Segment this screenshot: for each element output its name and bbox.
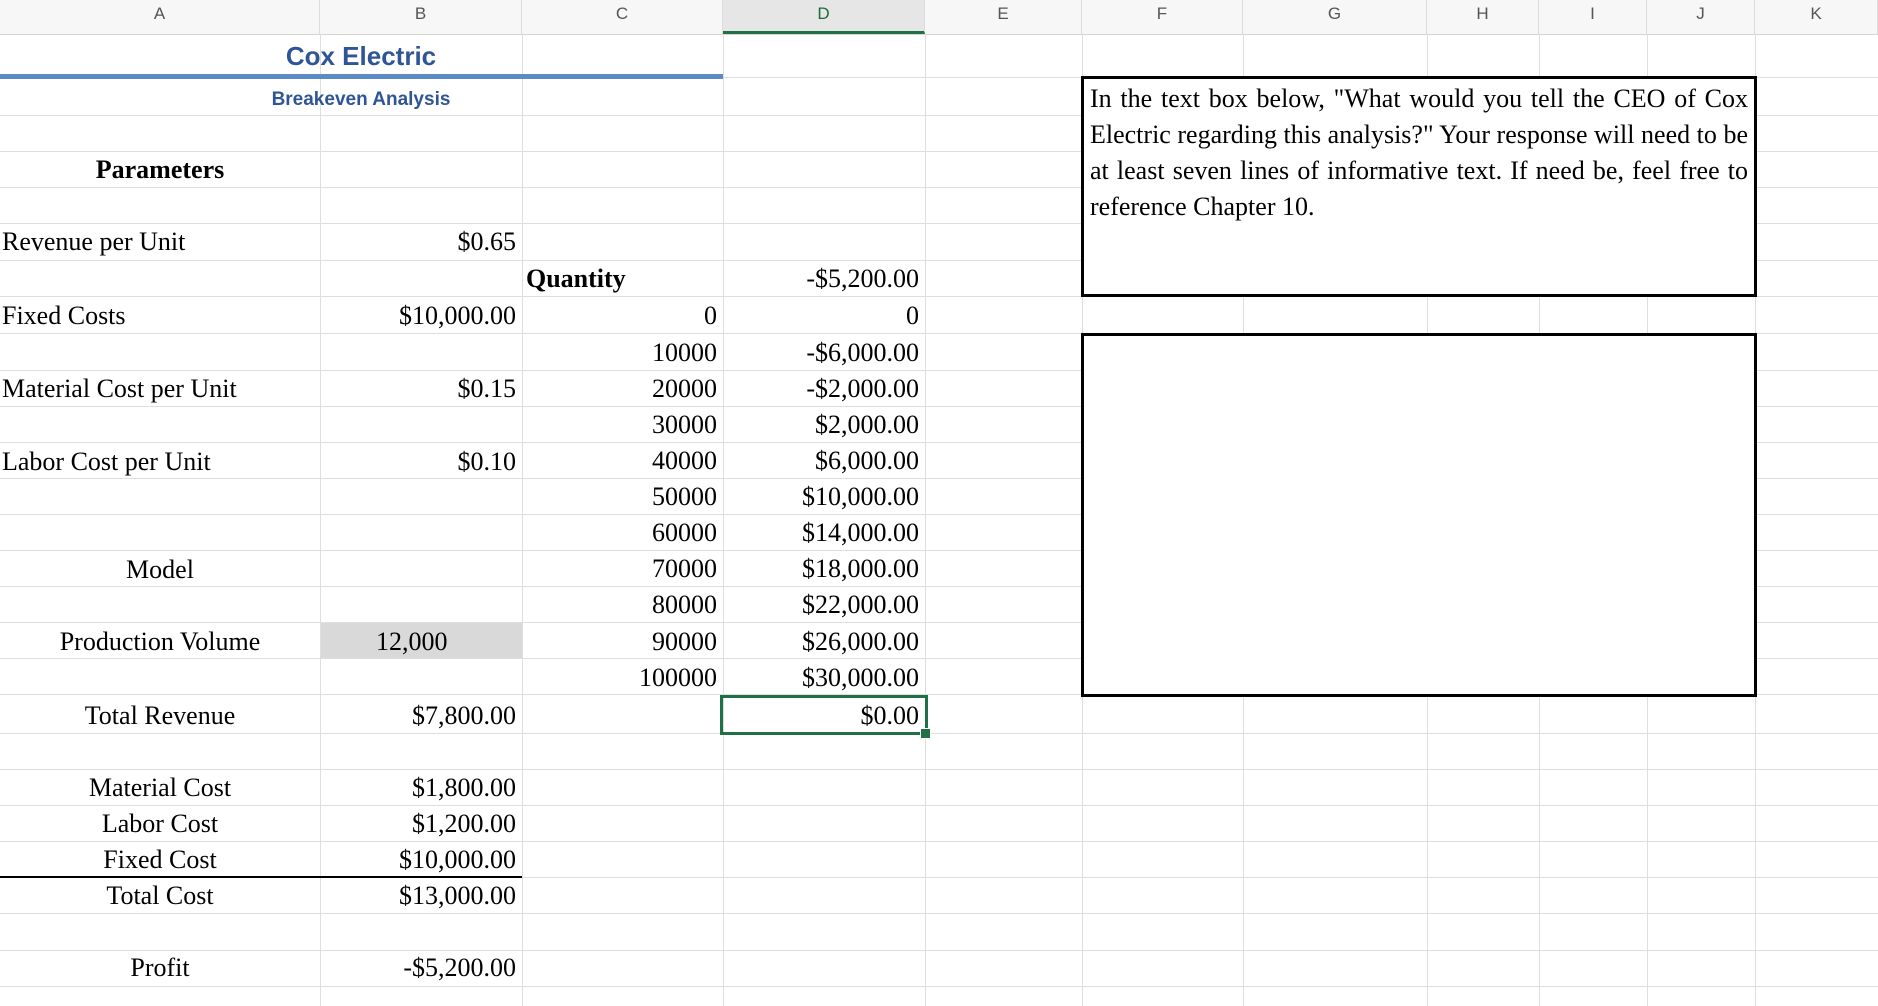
total-revenue-label: Total Revenue (84, 701, 236, 730)
labor-cost-per-unit-label: Labor Cost per Unit (2, 447, 211, 476)
quantity-cell[interactable]: 30000 (522, 408, 717, 442)
profit-cell[interactable]: $26,000.00 (723, 625, 919, 659)
title-underline (0, 74, 723, 79)
profit-cell[interactable]: 0 (723, 299, 919, 333)
profit-cell[interactable]: $18,000.00 (723, 552, 919, 586)
sheet-title: Cox Electric (285, 41, 437, 71)
profit-cell[interactable]: $14,000.00 (723, 516, 919, 550)
total-cost-value[interactable]: $13,000.00 (320, 879, 516, 913)
total-cost-label: Total Cost (106, 881, 214, 910)
column-header-a[interactable]: A (0, 0, 320, 34)
response-text-box[interactable] (1081, 333, 1757, 697)
quantity-cell[interactable]: 10000 (522, 336, 717, 370)
labor-cost-label: Labor Cost (101, 809, 219, 838)
revenue-per-unit-value[interactable]: $0.65 (320, 225, 517, 259)
fixed-cost-value[interactable]: $10,000.00 (320, 843, 516, 877)
fixed-costs-value[interactable]: $10,000.00 (320, 299, 516, 333)
material-cost-label: Material Cost (88, 773, 232, 802)
column-header-b[interactable]: B (320, 0, 522, 34)
material-cost-per-unit-value[interactable]: $0.15 (320, 372, 517, 406)
labor-cost-value[interactable]: $1,200.00 (320, 807, 516, 841)
profit-label: Profit (130, 953, 190, 982)
profit-cell[interactable]: -$6,000.00 (723, 336, 919, 370)
revenue-per-unit-label: Revenue per Unit (2, 227, 186, 256)
material-cost-value[interactable]: $1,800.00 (320, 771, 516, 805)
parameters-heading: Parameters (95, 155, 225, 184)
quantity-cell[interactable]: 20000 (522, 372, 717, 406)
material-cost-per-unit-label: Material Cost per Unit (2, 374, 237, 403)
quantity-header: Quantity (526, 264, 626, 293)
profit-cell[interactable]: $6,000.00 (723, 444, 919, 478)
column-header-h[interactable]: H (1427, 0, 1539, 34)
labor-cost-per-unit-value[interactable]: $0.10 (320, 445, 517, 479)
profit-cell[interactable]: -$2,000.00 (723, 372, 919, 406)
quantity-cell[interactable]: 80000 (522, 588, 717, 622)
total-cost-rule (0, 876, 522, 878)
production-volume-value[interactable]: 12,000 (376, 625, 448, 659)
profit-cell[interactable]: $2,000.00 (723, 408, 919, 442)
column-header-c[interactable]: C (522, 0, 723, 34)
fixed-costs-label: Fixed Costs (2, 301, 126, 330)
quantity-cell[interactable]: 0 (522, 299, 717, 333)
column-header-e[interactable]: E (925, 0, 1082, 34)
column-header-f[interactable]: F (1082, 0, 1243, 34)
total-revenue-value[interactable]: $7,800.00 (320, 699, 516, 733)
fill-handle[interactable] (920, 728, 931, 739)
profit-cell[interactable]: $22,000.00 (723, 588, 919, 622)
column-header-row: A B C D E F G H I J K (0, 0, 1878, 35)
selected-cell-value: $0.00 (860, 701, 920, 730)
quantity-cell[interactable]: 60000 (522, 516, 717, 550)
quantity-cell[interactable]: 100000 (522, 661, 717, 695)
column-header-g[interactable]: G (1243, 0, 1427, 34)
production-volume-label: Production Volume (59, 627, 261, 656)
column-header-k[interactable]: K (1755, 0, 1878, 34)
profit-table-header[interactable]: -$5,200.00 (723, 262, 919, 296)
column-header-d[interactable]: D (723, 0, 925, 34)
response-text (1084, 336, 1754, 340)
fixed-cost-label: Fixed Cost (103, 845, 217, 874)
quantity-cell[interactable]: 50000 (522, 480, 717, 514)
profit-cell[interactable]: $30,000.00 (723, 661, 919, 695)
instructions-text-box[interactable]: In the text box below, "What would you t… (1081, 76, 1757, 297)
column-header-i[interactable]: I (1539, 0, 1647, 34)
instructions-text: In the text box below, "What would you t… (1090, 84, 1748, 221)
column-header-j[interactable]: J (1647, 0, 1755, 34)
profit-cell[interactable]: $10,000.00 (723, 480, 919, 514)
spreadsheet: A B C D E F G H I J K Cox Electric Break… (0, 0, 1878, 1006)
quantity-cell[interactable]: 40000 (522, 444, 717, 478)
profit-value[interactable]: -$5,200.00 (320, 951, 516, 985)
sheet-subtitle: Breakeven Analysis (271, 89, 451, 110)
model-heading: Model (126, 555, 194, 584)
quantity-cell[interactable]: 70000 (522, 552, 717, 586)
quantity-cell[interactable]: 90000 (522, 625, 717, 659)
